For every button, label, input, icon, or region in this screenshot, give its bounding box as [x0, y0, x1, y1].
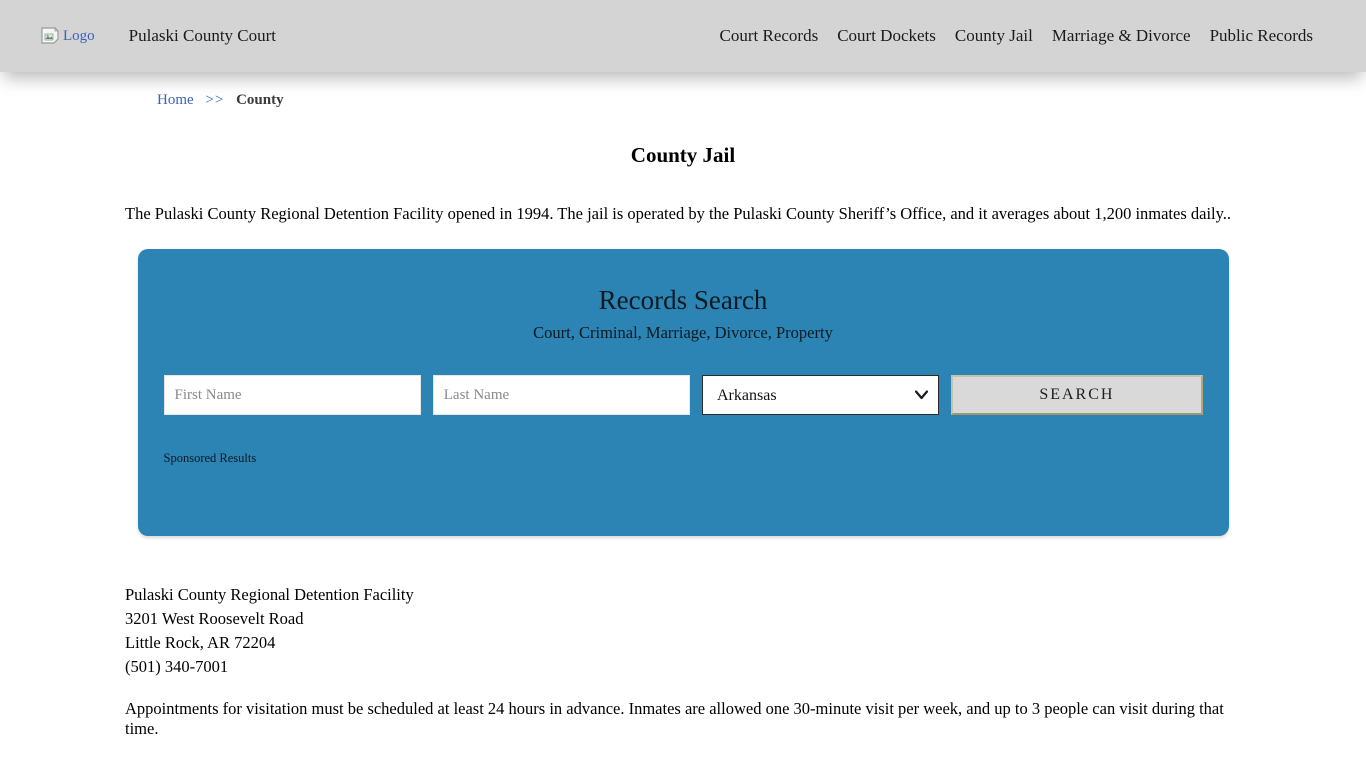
first-name-input[interactable] — [164, 375, 421, 415]
facility-city-state-zip: Little Rock, AR 72204 — [125, 631, 1241, 655]
nav-item-marriage-divorce[interactable]: Marriage & Divorce — [1052, 26, 1191, 46]
broken-image-icon — [40, 27, 60, 45]
state-select[interactable]: Arkansas — [703, 376, 938, 414]
sponsored-results-label: Sponsored Results — [164, 451, 1203, 466]
search-form-row: Arkansas SEARCH — [164, 375, 1203, 415]
intro-paragraph: The Pulaski County Regional Detention Fa… — [125, 204, 1241, 224]
nav-item-public-records[interactable]: Public Records — [1210, 26, 1313, 46]
nav-item-county-jail[interactable]: County Jail — [955, 26, 1033, 46]
search-button[interactable]: SEARCH — [951, 375, 1202, 415]
search-panel-subtitle: Court, Criminal, Marriage, Divorce, Prop… — [164, 323, 1203, 343]
schedule-line-am: Last Names A-M Monday, Saturday 9 am – 7… — [125, 763, 1241, 768]
records-search-panel: Records Search Court, Criminal, Marriage… — [138, 249, 1229, 536]
nav-item-court-records[interactable]: Court Records — [720, 26, 819, 46]
breadcrumb-home-link[interactable]: Home — [157, 92, 194, 108]
main-nav: Court Records Court Dockets County Jail … — [701, 26, 1313, 46]
breadcrumb-separator: >> — [205, 92, 224, 108]
site-header: Logo Pulaski County Court Court Records … — [0, 0, 1366, 72]
breadcrumb-current: County — [236, 92, 284, 108]
last-name-input[interactable] — [433, 375, 690, 415]
facility-info: Pulaski County Regional Detention Facili… — [125, 583, 1241, 679]
content-container: Home >> County County Jail The Pulaski C… — [125, 92, 1241, 768]
breadcrumb: Home >> County — [157, 92, 1241, 109]
page-title: County Jail — [125, 143, 1241, 168]
site-title: Pulaski County Court — [129, 26, 276, 46]
search-panel-title: Records Search — [164, 285, 1203, 316]
state-select-wrap: Arkansas — [702, 375, 939, 415]
logo-alt-text: Logo — [63, 28, 95, 45]
facility-phone: (501) 340-7001 — [125, 655, 1241, 679]
nav-item-court-dockets[interactable]: Court Dockets — [837, 26, 936, 46]
visitation-schedule: Last Names A-M Monday, Saturday 9 am – 7… — [125, 763, 1241, 768]
facility-name: Pulaski County Regional Detention Facili… — [125, 583, 1241, 607]
visitation-policy: Appointments for visitation must be sche… — [125, 699, 1241, 739]
facility-street: 3201 West Roosevelt Road — [125, 607, 1241, 631]
logo-link[interactable]: Logo — [40, 27, 95, 45]
